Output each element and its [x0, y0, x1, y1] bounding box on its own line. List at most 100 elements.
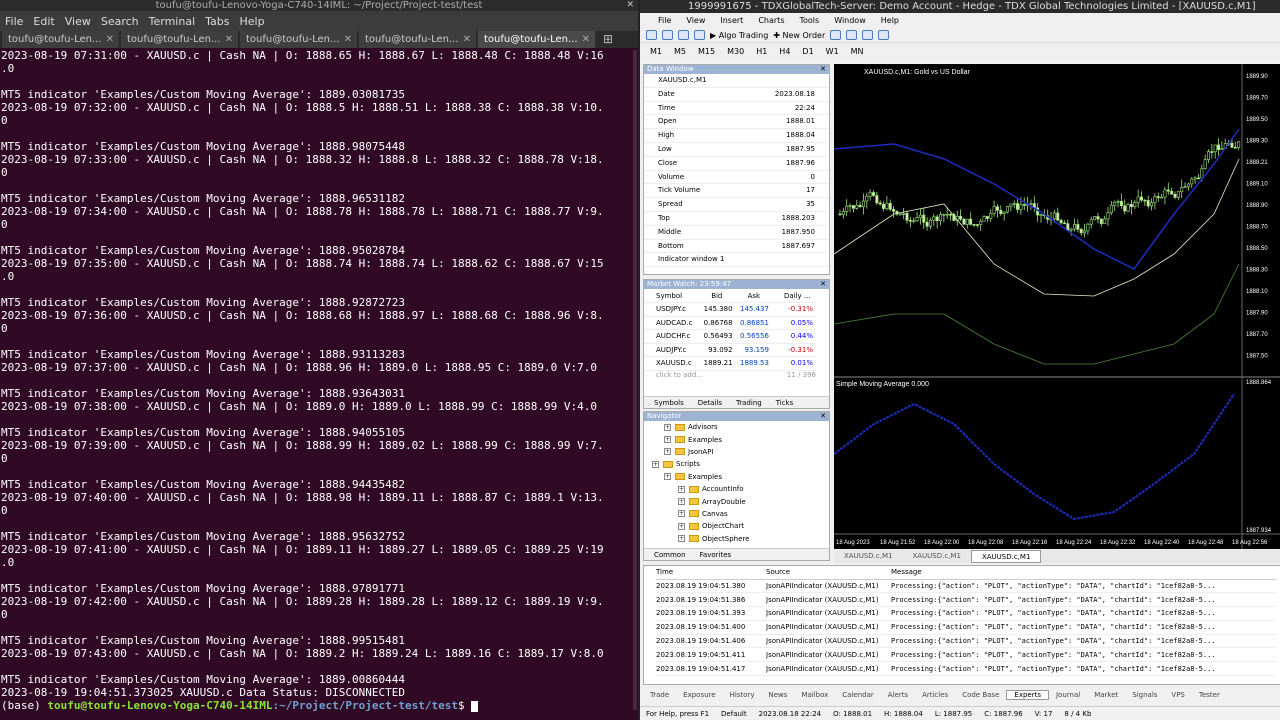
navigator-item[interactable]: + ArrayDouble [644, 495, 829, 507]
timeframe-h1[interactable]: H1 [756, 47, 767, 56]
column-header[interactable]: Time [656, 566, 766, 580]
zoom-in-icon[interactable] [830, 30, 842, 40]
tab-mailbox[interactable]: Mailbox [794, 691, 835, 699]
price-chart[interactable]: XAUUSD.c,M1: Gold vs US Dollar Simple Mov… [834, 64, 1280, 549]
terminal-menu-search[interactable]: Search [101, 15, 139, 28]
column-header[interactable]: Source [766, 566, 891, 580]
terminal-prompt[interactable]: (base) toufu@toufu-Lenovo-Yoga-C740-14IM… [1, 699, 638, 712]
log-row[interactable]: 2023.08.19 19:04:51.393 JsonAPIIndicator … [656, 606, 1276, 621]
new-chart-icon[interactable] [646, 30, 657, 40]
timeframe-mn[interactable]: MN [851, 47, 864, 56]
tab-history[interactable]: History [723, 691, 762, 699]
expand-icon[interactable]: + [678, 535, 685, 543]
timeframe-d1[interactable]: D1 [802, 47, 813, 56]
close-icon[interactable]: ✕ [820, 280, 826, 289]
navigator-item[interactable]: + AccountInfo [644, 483, 829, 495]
close-icon[interactable]: ✕ [463, 31, 471, 48]
timeframe-w1[interactable]: W1 [826, 47, 839, 56]
expand-icon[interactable]: + [664, 473, 671, 481]
tab-exposure[interactable]: Exposure [676, 691, 722, 699]
log-row[interactable]: 2023.08.19 19:04:51.400 JsonAPIIndicator … [656, 620, 1276, 635]
tab-calendar[interactable]: Calendar [835, 691, 880, 699]
tab-common[interactable]: Common [654, 551, 686, 559]
expand-icon[interactable]: + [678, 522, 685, 530]
tab-symbols[interactable]: Symbols [654, 399, 684, 407]
navigator-item[interactable]: + JsonAPI [644, 446, 829, 458]
expand-icon[interactable]: + [664, 423, 671, 431]
terminal-scrollbar[interactable] [633, 50, 637, 710]
tab-ticks[interactable]: Ticks [776, 399, 794, 407]
tab-tester[interactable]: Tester [1192, 691, 1227, 699]
tab-code-base[interactable]: Code Base [955, 691, 1006, 699]
chart-tab[interactable]: XAUUSD.c,M1 [970, 550, 1042, 563]
navigator-item[interactable]: + Examples [644, 471, 829, 483]
terminal-tab[interactable]: toufu@toufu-Len... ✕ [478, 31, 595, 48]
close-icon[interactable]: ✕ [820, 412, 826, 421]
close-icon[interactable]: ✕ [582, 31, 590, 48]
new-order-button[interactable]: ✚ New Order [773, 31, 825, 40]
timeframe-m5[interactable]: M5 [674, 47, 686, 56]
close-icon[interactable]: ✕ [106, 31, 114, 48]
expand-icon[interactable]: + [678, 510, 685, 518]
ide-icon[interactable] [678, 30, 689, 40]
terminal-tab[interactable]: toufu@toufu-Len... ✕ [121, 31, 238, 48]
terminal-menu-terminal[interactable]: Terminal [149, 15, 196, 28]
tab-favorites[interactable]: Favorites [700, 551, 732, 559]
tab-experts[interactable]: Experts [1006, 690, 1049, 700]
chart-tab[interactable]: XAUUSD.c,M1 [834, 550, 902, 563]
mt5-menu-tools[interactable]: Tools [799, 16, 819, 25]
navigator-item[interactable]: + ObjectSphere [644, 533, 829, 545]
mt5-menu-window[interactable]: Window [834, 16, 866, 25]
tab-vps[interactable]: VPS [1164, 691, 1191, 699]
terminal-menu-file[interactable]: File [5, 15, 23, 28]
algo-trading-button[interactable]: ▶ Algo Trading [710, 31, 768, 40]
navigator-item[interactable]: + Canvas [644, 508, 829, 520]
tab-articles[interactable]: Articles [915, 691, 955, 699]
grid-icon[interactable] [862, 30, 874, 40]
tab-trade[interactable]: Trade [643, 691, 676, 699]
market-watch-row[interactable]: AUDJPY.c 93.092 93.159 -0.31% [644, 343, 816, 357]
close-icon[interactable]: ✕ [626, 0, 634, 11]
tab-market[interactable]: Market [1087, 691, 1125, 699]
timeframe-m30[interactable]: M30 [727, 47, 744, 56]
navigator-item[interactable]: + Scripts [644, 458, 829, 470]
expand-icon[interactable]: + [664, 448, 671, 456]
lock-icon[interactable] [694, 30, 705, 40]
market-watch-row[interactable]: AUDCHF.c 0.56493 0.56556 0.44% [644, 329, 816, 344]
terminal-menu-help[interactable]: Help [240, 15, 265, 28]
mt5-menu-insert[interactable]: Insert [720, 16, 743, 25]
navigator-item[interactable]: + Examples [644, 433, 829, 445]
terminal-menu-view[interactable]: View [65, 15, 91, 28]
close-icon[interactable]: ✕ [225, 31, 233, 48]
terminal-menu-tabs[interactable]: Tabs [205, 15, 229, 28]
timeframe-m1[interactable]: M1 [650, 47, 662, 56]
expand-icon[interactable]: + [664, 436, 671, 444]
log-row[interactable]: 2023.08.19 19:04:51.380 JsonAPIIndicator … [656, 579, 1276, 594]
click-to-add[interactable]: click to add... [656, 371, 703, 379]
timeframe-m15[interactable]: M15 [698, 47, 715, 56]
expand-icon[interactable]: + [652, 460, 659, 468]
column-header[interactable]: Daily ... [771, 289, 816, 303]
crosshair-icon[interactable] [878, 30, 890, 40]
mt5-menu-charts[interactable]: Charts [758, 16, 784, 25]
close-icon[interactable]: ✕ [820, 65, 826, 74]
expand-icon[interactable]: + [678, 498, 685, 506]
market-watch-row[interactable]: XAUUSD.c 1889.21 1889.53 0.01% [644, 356, 816, 371]
terminal-tab[interactable]: touf­u@toufu-Len... ✕ [2, 31, 119, 48]
log-row[interactable]: 2023.08.19 19:04:51.386 JsonAPIIndicator … [656, 592, 1276, 608]
timeframe-h4[interactable]: H4 [779, 47, 790, 56]
mt5-menu-view[interactable]: View [686, 16, 705, 25]
expand-icon[interactable]: + [678, 485, 685, 493]
tab-news[interactable]: News [761, 691, 794, 699]
column-header[interactable]: Symbol [644, 289, 700, 303]
terminal-window[interactable]: toufu@toufu-Lenovo-Yoga-C740-14IML: ~/Pr… [0, 0, 638, 720]
market-watch-row[interactable]: AUDCAD.c 0.86768 0.86851 0.05% [644, 316, 816, 330]
profiles-icon[interactable] [662, 30, 673, 40]
close-icon[interactable]: ✕ [344, 31, 352, 48]
tab-trading[interactable]: Trading [736, 399, 762, 407]
chart-canvas[interactable]: XAUUSD.c,M1: Gold vs US Dollar Simple Mov… [834, 64, 1280, 549]
chart-tab[interactable]: XAUUSD.c,M1 [902, 550, 970, 563]
terminal-menu-edit[interactable]: Edit [33, 15, 54, 28]
zoom-out-icon[interactable] [846, 30, 858, 40]
navigator-item[interactable]: + Advisors [644, 421, 829, 433]
